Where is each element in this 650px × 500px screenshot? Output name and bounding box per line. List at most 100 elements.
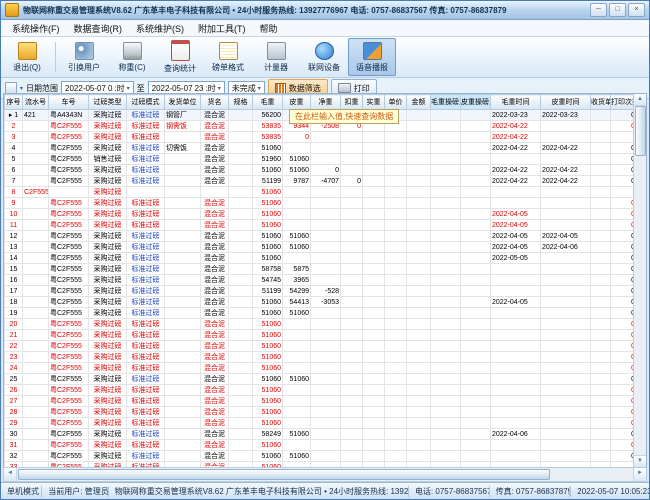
cell-净重[interactable]: [311, 198, 341, 209]
cell-净重[interactable]: [311, 396, 341, 407]
cell-序号[interactable]: 24: [5, 363, 23, 374]
cell-车号[interactable]: 粤C2F555: [49, 429, 89, 440]
table-row[interactable]: 25粤C2F555采购过磅标准过磅混合泥51060510600: [5, 374, 637, 385]
cell-过磅类型[interactable]: 采购过磅: [89, 330, 127, 341]
cell-皮重[interactable]: [283, 363, 311, 374]
cell-收货单位[interactable]: [591, 330, 611, 341]
cell-单价[interactable]: [385, 407, 407, 418]
cell-皮重操磅员[interactable]: [461, 440, 491, 451]
cell-收货单位[interactable]: [591, 352, 611, 363]
cell-序号[interactable]: 9: [5, 198, 23, 209]
cell-单价[interactable]: [385, 451, 407, 462]
cell-过磅类型[interactable]: 采购过磅: [89, 198, 127, 209]
column-header-5[interactable]: 发货单位: [165, 95, 201, 110]
cell-过磅模式[interactable]: 标准过磅: [127, 143, 165, 154]
cell-毛重[interactable]: 54745: [253, 275, 283, 286]
cell-发货单位[interactable]: [165, 352, 201, 363]
cell-皮重[interactable]: 51060: [283, 165, 311, 176]
cell-货名[interactable]: 混合泥: [201, 363, 229, 374]
cell-金额[interactable]: [407, 352, 431, 363]
cell-车号[interactable]: 粤C2F555: [49, 132, 89, 143]
cell-货名[interactable]: 混合泥: [201, 220, 229, 231]
cell-发货单位[interactable]: [165, 297, 201, 308]
cell-净重[interactable]: [311, 209, 341, 220]
cell-毛重时间[interactable]: [491, 440, 541, 451]
cell-金额[interactable]: [407, 176, 431, 187]
cell-毛重[interactable]: 51060: [253, 341, 283, 352]
cell-实重[interactable]: [363, 242, 385, 253]
cell-单价[interactable]: [385, 143, 407, 154]
cell-货名[interactable]: 混合泥: [201, 275, 229, 286]
cell-过磅模式[interactable]: 标准过磅: [127, 198, 165, 209]
cell-毛重[interactable]: 51060: [253, 143, 283, 154]
cell-扣重[interactable]: [341, 264, 363, 275]
cell-毛重时间[interactable]: 2022-04-05: [491, 220, 541, 231]
cell-流水号[interactable]: [23, 176, 49, 187]
cell-规格[interactable]: [229, 451, 253, 462]
cell-单价[interactable]: [385, 396, 407, 407]
cell-过磅模式[interactable]: 标准过磅: [127, 121, 165, 132]
cell-毛重操磅员[interactable]: [431, 451, 461, 462]
cell-实重[interactable]: [363, 286, 385, 297]
cell-毛重操磅员[interactable]: [431, 429, 461, 440]
cell-过磅类型[interactable]: 采购过磅: [89, 429, 127, 440]
cell-过磅模式[interactable]: 标准过磅: [127, 132, 165, 143]
cell-收货单位[interactable]: [591, 374, 611, 385]
cell-净重[interactable]: [311, 242, 341, 253]
cell-发货单位[interactable]: 钢管厂: [165, 110, 201, 121]
cell-流水号[interactable]: [23, 418, 49, 429]
cell-序号[interactable]: 26: [5, 385, 23, 396]
table-row[interactable]: 3粤C2F555采购过磅标准过磅混合泥5383502022-04-22: [5, 132, 637, 143]
cell-皮重操磅员[interactable]: [461, 385, 491, 396]
cell-毛重[interactable]: 51060: [253, 253, 283, 264]
cell-车号[interactable]: 粤C2F555: [49, 396, 89, 407]
cell-发货单位[interactable]: [165, 451, 201, 462]
cell-皮重[interactable]: 54413: [283, 297, 311, 308]
cell-过磅模式[interactable]: 标准过磅: [127, 264, 165, 275]
cell-净重[interactable]: -528: [311, 286, 341, 297]
cell-毛重操磅员[interactable]: [431, 319, 461, 330]
cell-毛重时间[interactable]: [491, 451, 541, 462]
cell-皮重时间[interactable]: [541, 352, 591, 363]
cell-过磅模式[interactable]: 标准过磅: [127, 209, 165, 220]
cell-金额[interactable]: [407, 220, 431, 231]
cell-流水号[interactable]: [23, 363, 49, 374]
cell-皮重操磅员[interactable]: [461, 242, 491, 253]
column-header-15[interactable]: 毛重操磅员: [431, 95, 461, 110]
cell-过磅类型[interactable]: 采购过磅: [89, 407, 127, 418]
cell-规格[interactable]: [229, 319, 253, 330]
cell-皮重时间[interactable]: [541, 429, 591, 440]
chevron-down-icon[interactable]: ▾: [127, 85, 130, 92]
cell-毛重[interactable]: 58249: [253, 429, 283, 440]
cell-扣重[interactable]: [341, 209, 363, 220]
cell-皮重时间[interactable]: 2022-04-06: [541, 242, 591, 253]
cell-净重[interactable]: [311, 143, 341, 154]
cell-单价[interactable]: [385, 264, 407, 275]
cell-皮重[interactable]: 5875: [283, 264, 311, 275]
cell-金额[interactable]: [407, 209, 431, 220]
cell-毛重[interactable]: 51060: [253, 407, 283, 418]
cell-货名[interactable]: 混合泥: [201, 440, 229, 451]
cell-流水号[interactable]: [23, 143, 49, 154]
cell-过磅类型[interactable]: 采购过磅: [89, 451, 127, 462]
cell-皮重时间[interactable]: [541, 319, 591, 330]
cell-发货单位[interactable]: [165, 385, 201, 396]
cell-皮重时间[interactable]: 2022-04-22: [541, 143, 591, 154]
cell-收货单位[interactable]: [591, 451, 611, 462]
cell-毛重时间[interactable]: [491, 396, 541, 407]
cell-毛重时间[interactable]: [491, 187, 541, 198]
cell-车号[interactable]: 粤C2F555: [49, 209, 89, 220]
cell-规格[interactable]: [229, 396, 253, 407]
cell-皮重时间[interactable]: 2022-04-22: [541, 176, 591, 187]
cell-流水号[interactable]: [23, 297, 49, 308]
cell-发货单位[interactable]: [165, 363, 201, 374]
cell-毛重时间[interactable]: [491, 275, 541, 286]
cell-毛重[interactable]: 56200: [253, 110, 283, 121]
cell-毛重操磅员[interactable]: [431, 121, 461, 132]
cell-毛重[interactable]: 51060: [253, 297, 283, 308]
cell-毛重[interactable]: 58758: [253, 264, 283, 275]
horizontal-scroll-thumb[interactable]: [18, 469, 550, 480]
cell-金额[interactable]: [407, 198, 431, 209]
scroll-right-arrow-icon[interactable]: ►: [633, 468, 646, 481]
cell-实重[interactable]: [363, 363, 385, 374]
